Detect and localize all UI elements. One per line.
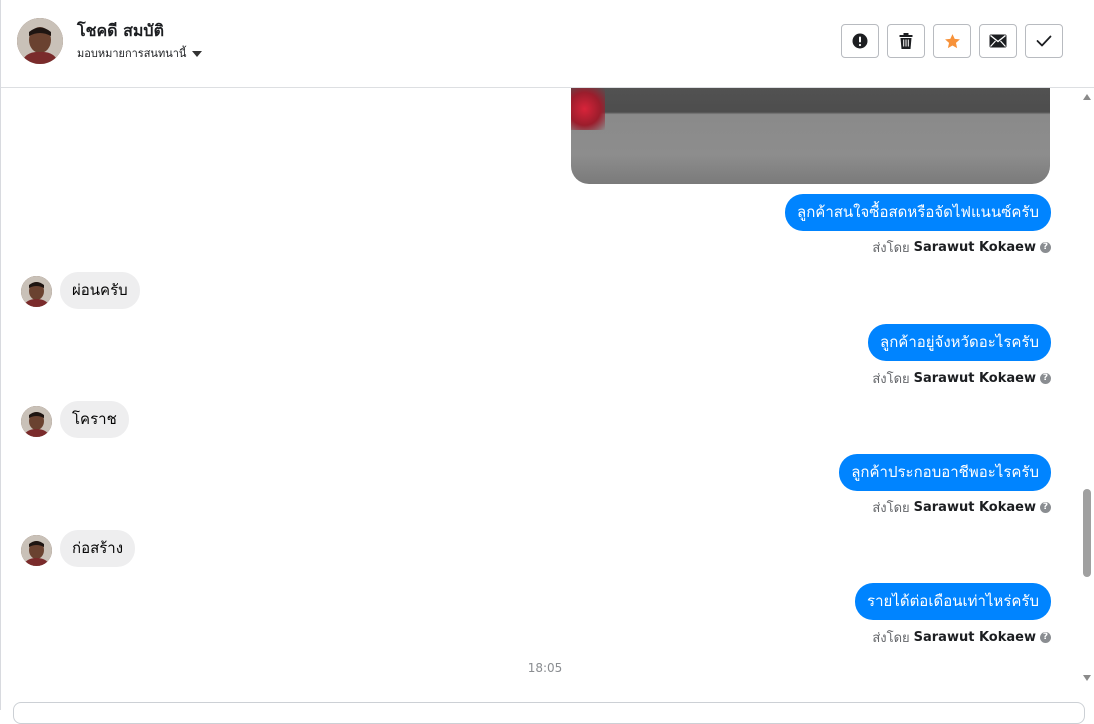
caret-down-icon: [192, 50, 203, 57]
mail-icon: [989, 34, 1007, 48]
header-actions: [841, 24, 1063, 58]
star-button[interactable]: [933, 24, 971, 58]
scrollbar-thumb[interactable]: [1083, 489, 1091, 577]
incoming-message[interactable]: โคราช: [60, 401, 129, 438]
star-icon: [944, 33, 960, 48]
help-icon[interactable]: ?: [1040, 502, 1051, 513]
message-composer[interactable]: [13, 702, 1085, 724]
mark-unread-button[interactable]: [979, 24, 1017, 58]
incoming-message[interactable]: ก่อสร้าง: [60, 530, 136, 567]
sent-by-label: ส่งโดย: [872, 372, 910, 387]
sender-name: Sarawut Kokaew: [913, 371, 1036, 386]
contact-avatar-small: [21, 406, 52, 437]
help-icon[interactable]: ?: [1040, 242, 1051, 253]
image-attachment[interactable]: [571, 88, 1050, 184]
sender-name: Sarawut Kokaew: [913, 500, 1036, 515]
contact-name[interactable]: โชคดี สมบัติ: [77, 19, 164, 44]
message-thread[interactable]: ลูกค้าสนใจซื้อสดหรือจัดไฟแนนซ์ครับ ส่งโด…: [1, 88, 1081, 702]
time-separator: 18:05: [527, 661, 563, 675]
assign-conversation-dropdown[interactable]: มอบหมายการสนทนานี้: [77, 44, 203, 62]
sent-by-line: ส่งโดย Sarawut Kokaew ?: [872, 368, 1051, 389]
trash-icon: [899, 33, 913, 49]
sent-by-label: ส่งโดย: [872, 241, 910, 256]
incoming-message[interactable]: ผ่อนครับ: [60, 272, 140, 309]
contact-avatar[interactable]: [17, 18, 63, 64]
contact-avatar-small: [21, 535, 52, 566]
scroll-down-arrow-icon[interactable]: [1083, 675, 1091, 681]
sent-by-label: ส่งโดย: [872, 631, 910, 646]
sent-by-line: ส่งโดย Sarawut Kokaew ?: [872, 497, 1051, 518]
sent-by-line: ส่งโดย Sarawut Kokaew ?: [872, 627, 1051, 648]
check-icon: [1036, 35, 1052, 47]
sender-name: Sarawut Kokaew: [913, 240, 1036, 255]
outgoing-message[interactable]: ลูกค้าประกอบอาชีพอะไรครับ: [839, 454, 1051, 491]
help-icon[interactable]: ?: [1040, 373, 1051, 384]
conversation-header: โชคดี สมบัติ มอบหมายการสนทนานี้: [1, 0, 1094, 88]
mark-spam-button[interactable]: [841, 24, 879, 58]
scroll-up-arrow-icon[interactable]: [1083, 94, 1091, 100]
assign-conversation-label: มอบหมายการสนทนานี้: [77, 47, 187, 60]
outgoing-message[interactable]: ลูกค้าอยู่จังหวัดอะไรครับ: [868, 324, 1051, 361]
thread-scrollbar[interactable]: [1081, 88, 1094, 688]
sender-name: Sarawut Kokaew: [913, 630, 1036, 645]
help-icon[interactable]: ?: [1040, 632, 1051, 643]
delete-button[interactable]: [887, 24, 925, 58]
outgoing-message[interactable]: ลูกค้าสนใจซื้อสดหรือจัดไฟแนนซ์ครับ: [785, 194, 1051, 231]
outgoing-message[interactable]: รายได้ต่อเดือนเท่าไหร่ครับ: [855, 583, 1051, 620]
sent-by-label: ส่งโดย: [872, 501, 910, 516]
contact-avatar-small: [21, 276, 52, 307]
sent-by-line: ส่งโดย Sarawut Kokaew ?: [872, 237, 1051, 258]
alert-icon: [852, 33, 868, 49]
mark-done-button[interactable]: [1025, 24, 1063, 58]
